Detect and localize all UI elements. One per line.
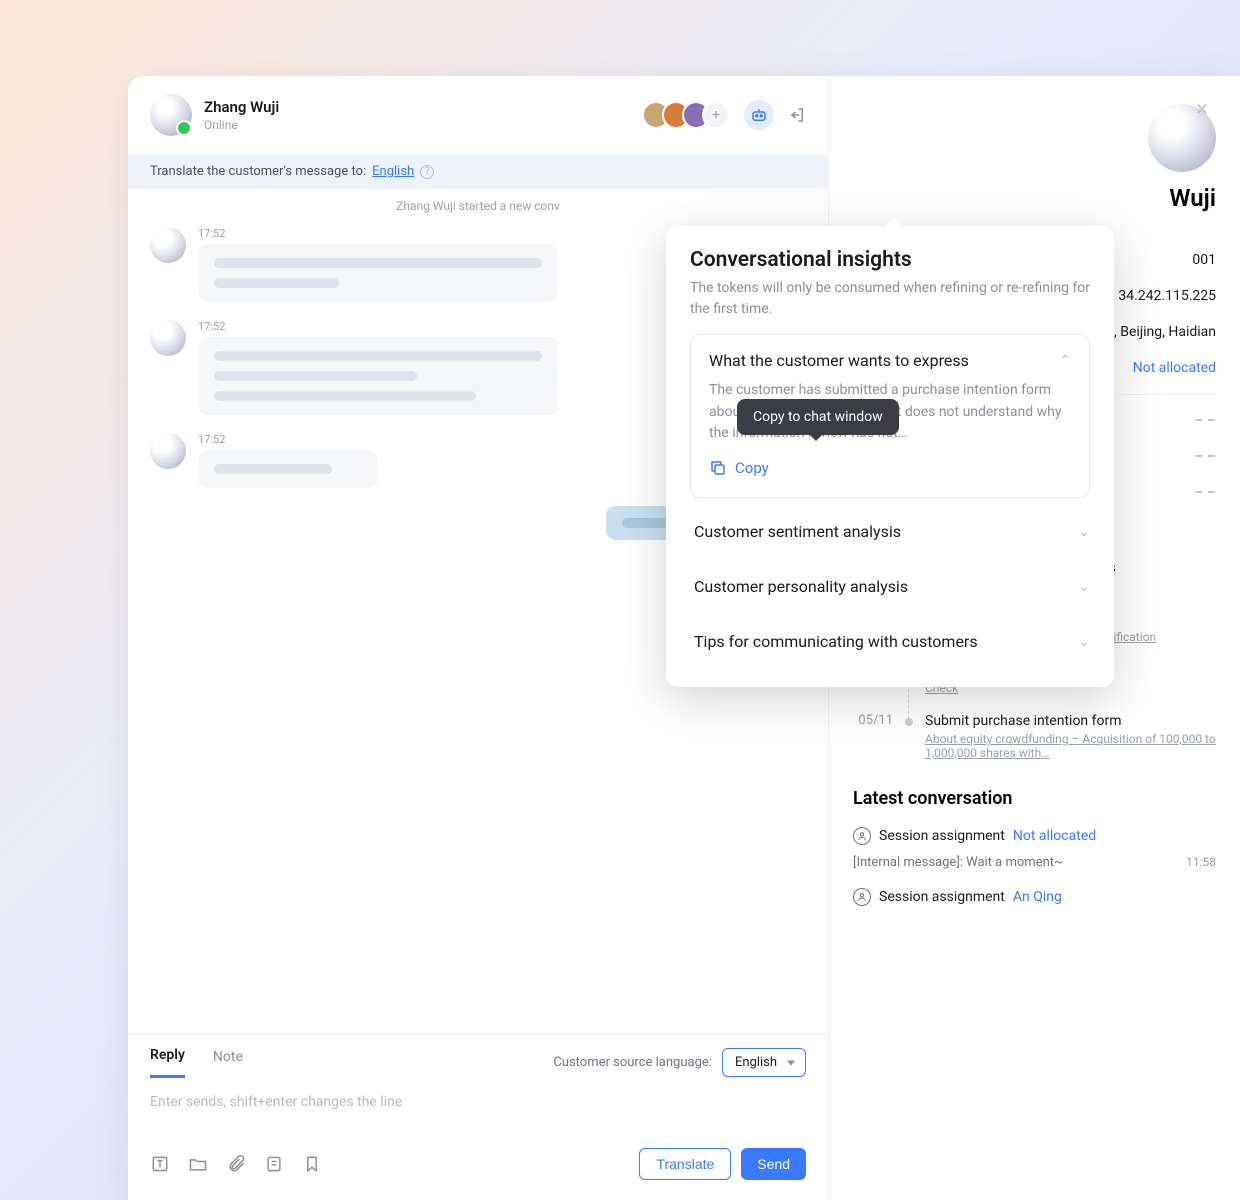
insights-subtitle: The tokens will only be consumed when re… [690, 278, 1090, 320]
add-participant-button[interactable]: + [702, 101, 730, 129]
chevron-up-icon: ⌃ [1059, 353, 1071, 369]
translate-button[interactable]: Translate [639, 1148, 731, 1180]
source-language-label: Customer source language: [553, 1055, 712, 1070]
person-icon [853, 827, 871, 845]
contact-status: Online [204, 118, 279, 132]
trajectory-label: Submit purchase intention form [925, 713, 1216, 729]
message-avatar[interactable] [150, 433, 186, 469]
message-bubble [198, 450, 378, 488]
insight-section-title: What the customer wants to express [709, 351, 969, 370]
folder-icon[interactable] [188, 1154, 208, 1174]
chevron-down-icon: ⌄ [1078, 579, 1090, 595]
latest-conversation-title: Latest conversation [853, 788, 1216, 809]
copy-icon [709, 459, 727, 477]
session-value[interactable]: An Qing [1013, 889, 1062, 905]
message-avatar[interactable] [150, 227, 186, 263]
session-value[interactable]: Not allocated [1013, 828, 1096, 844]
insight-section-expanded: What the customer wants to express ⌃ The… [690, 334, 1090, 498]
session-row: Session assignment An Qing [853, 880, 1216, 914]
source-language-select[interactable]: English [722, 1048, 806, 1077]
session-label: Session assignment [879, 828, 1005, 844]
message-avatar[interactable] [150, 320, 186, 356]
customer-location: a, Beijing, Haidian [1106, 324, 1216, 340]
copy-button[interactable]: Copy to chat window Copy [709, 459, 769, 477]
tab-reply[interactable]: Reply [150, 1047, 185, 1078]
insight-section-collapsed[interactable]: Tips for communicating with customers ⌄ [690, 614, 1090, 669]
allocation-status[interactable]: Not allocated [1133, 360, 1216, 376]
session-row: Session assignment Not allocated [853, 819, 1216, 853]
customer-name: Wuji [853, 184, 1216, 212]
translate-language-link[interactable]: English [372, 164, 414, 179]
message-time: 17:52 [198, 320, 558, 333]
insight-section-title: Customer sentiment analysis [694, 522, 901, 541]
bookmark-icon[interactable] [302, 1154, 322, 1174]
session-label: Session assignment [879, 889, 1005, 905]
text-format-icon[interactable] [150, 1154, 170, 1174]
attachment-icon[interactable] [226, 1154, 246, 1174]
note-icon[interactable] [264, 1154, 284, 1174]
chat-header: Zhang Wuji Online + [128, 76, 828, 154]
insight-section-header[interactable]: What the customer wants to express ⌃ [709, 351, 1071, 370]
insights-popover: Conversational insights The tokens will … [666, 226, 1114, 687]
trajectory-time: 05/11 [853, 713, 893, 760]
customer-ip: 34.242.115.225 [1118, 288, 1216, 304]
participants-stack[interactable]: + [642, 101, 730, 129]
insight-section-title: Customer personality analysis [694, 577, 908, 596]
chevron-down-icon: ⌄ [1078, 524, 1090, 540]
contact-avatar[interactable] [150, 94, 192, 136]
info-icon[interactable]: ? [420, 165, 434, 179]
close-icon[interactable]: × [1192, 100, 1212, 120]
trajectory-dot [905, 718, 913, 726]
message-bubble [198, 244, 558, 302]
bot-icon[interactable] [744, 100, 774, 130]
person-icon [853, 888, 871, 906]
tab-note[interactable]: Note [213, 1049, 243, 1077]
exit-icon[interactable] [788, 106, 806, 124]
copy-label: Copy [735, 459, 769, 477]
message-bubble [198, 337, 558, 415]
trajectory-item[interactable]: 05/11 Submit purchase intention form About… [853, 709, 1216, 774]
system-message: Zhang Wuji started a new conv [128, 189, 828, 223]
chat-column: Zhang Wuji Online + Translate the c [128, 76, 828, 1200]
compose-input[interactable]: Enter sends, shift+enter changes the lin… [128, 1078, 828, 1138]
message-time: 17:52 [198, 227, 558, 240]
message-time: 17:52 [198, 433, 378, 446]
trajectory-detail: About equity crowdfunding – Acquisition … [925, 732, 1216, 760]
internal-message: [Internal message]: Wait a moment~ 11:58 [853, 853, 1216, 880]
insight-section-collapsed[interactable]: Customer sentiment analysis ⌄ [690, 504, 1090, 559]
translate-bar: Translate the customer's message to: Eng… [128, 154, 828, 189]
app-window: Zhang Wuji Online + Translate the c [128, 76, 1240, 1200]
insight-section-title: Tips for communicating with customers [694, 632, 978, 651]
copy-tooltip: Copy to chat window [737, 399, 899, 435]
contact-name: Zhang Wuji [204, 98, 279, 116]
chevron-down-icon: ⌄ [1078, 634, 1090, 650]
compose-area: Reply Note Customer source language: Eng… [128, 1034, 828, 1200]
insight-section-collapsed[interactable]: Customer personality analysis ⌄ [690, 559, 1090, 614]
send-button[interactable]: Send [741, 1148, 806, 1180]
translate-label: Translate the customer's message to: [150, 164, 366, 179]
customer-id: 001 [1192, 252, 1216, 268]
insights-title: Conversational insights [690, 248, 1090, 272]
